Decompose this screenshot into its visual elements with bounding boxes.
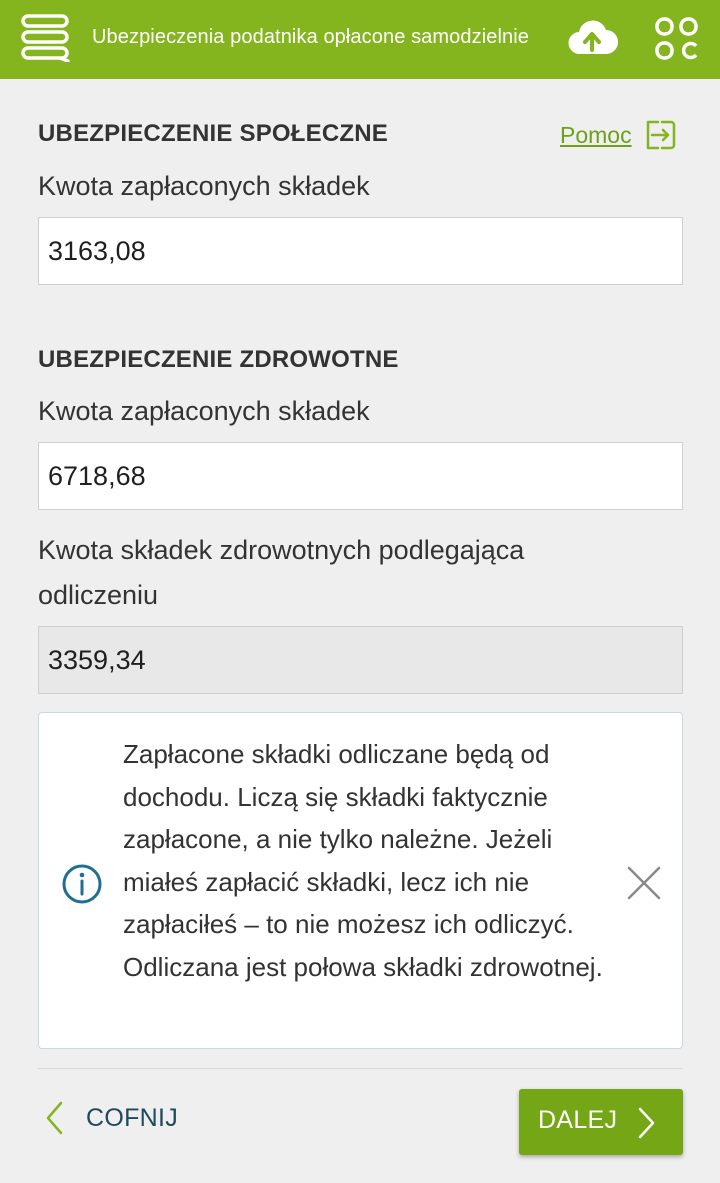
- top-bar: Ubezpieczenia podatnika opłacone samodzi…: [0, 0, 720, 79]
- health-deductible-field: 3359,34: [38, 626, 683, 694]
- close-icon[interactable]: [626, 865, 662, 901]
- info-text: Zapłacone składki odliczane będą od doch…: [123, 739, 603, 982]
- exit-arrow-icon: [646, 120, 675, 150]
- health-paid-label: Kwota zapłaconych składek: [38, 396, 370, 426]
- social-paid-input[interactable]: 3163,08: [38, 217, 683, 285]
- help-link[interactable]: Pomoc: [560, 120, 676, 150]
- health-insurance-heading: UBEZPIECZENIE ZDROWOTNE: [38, 346, 399, 373]
- info-box: Zapłacone składki odliczane będą od doch…: [38, 712, 683, 1049]
- help-label: Pomoc: [560, 121, 632, 148]
- back-button[interactable]: COFNIJ: [44, 1100, 178, 1136]
- divider: [38, 1068, 683, 1069]
- page-title: Ubezpieczenia podatnika opłacone samodzi…: [92, 26, 530, 48]
- next-button[interactable]: DALEJ: [519, 1089, 683, 1155]
- health-paid-input[interactable]: 6718,68: [38, 442, 683, 510]
- cloud-upload-button[interactable]: [566, 16, 618, 60]
- menu-icon: [21, 14, 70, 63]
- back-label: COFNIJ: [86, 1103, 179, 1132]
- social-paid-label: Kwota zapłaconych składek: [38, 171, 370, 201]
- cloud-upload-icon: [568, 20, 618, 55]
- next-label: DALEJ: [538, 1106, 618, 1134]
- social-insurance-heading: UBEZPIECZENIE SPOŁECZNE: [38, 120, 388, 147]
- apps-grid-icon: [655, 17, 698, 60]
- apps-button[interactable]: [654, 16, 700, 62]
- info-icon: [62, 864, 102, 904]
- health-deductible-label: Kwota składek zdrowotnych podlegająca od…: [38, 535, 525, 610]
- menu-button[interactable]: [20, 14, 72, 63]
- chevron-right-icon: [638, 1107, 655, 1139]
- chevron-left-icon: [46, 1101, 63, 1135]
